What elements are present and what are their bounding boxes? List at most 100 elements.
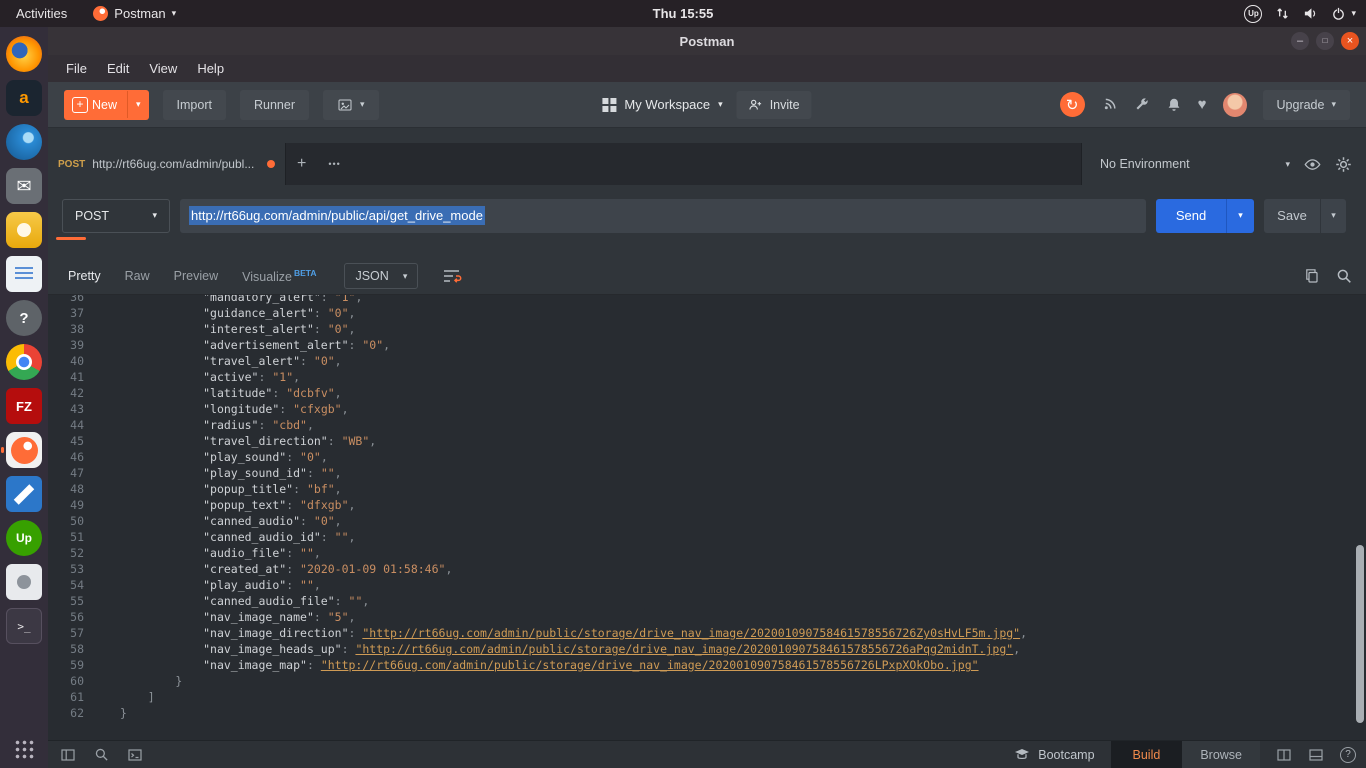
menubar: File Edit View Help bbox=[48, 55, 1366, 82]
line-number: 43 bbox=[48, 401, 96, 417]
upgrade-button[interactable]: Upgrade ▾ bbox=[1263, 90, 1350, 120]
maximize-button[interactable]: □ bbox=[1316, 32, 1334, 50]
code-line: 45 "travel_direction": "WB", bbox=[48, 433, 1366, 449]
terminal-dock-icon[interactable]: >_ bbox=[6, 608, 42, 644]
vscode-dock-icon[interactable] bbox=[6, 476, 42, 512]
request-tabstrip: POST http://rt66ug.com/admin/publ... + •… bbox=[48, 143, 1366, 185]
runner-button[interactable]: Runner bbox=[240, 90, 309, 120]
network-icon[interactable] bbox=[1275, 6, 1290, 21]
bootcamp-button[interactable]: Bootcamp bbox=[1014, 748, 1094, 762]
writer-dock-icon[interactable] bbox=[6, 256, 42, 292]
tab-visualize[interactable]: VisualizeBETA bbox=[242, 268, 316, 284]
line-content: "popup_title": "bf", bbox=[96, 481, 342, 497]
find-icon[interactable] bbox=[94, 747, 109, 762]
tab-options-button[interactable]: ••• bbox=[317, 143, 351, 185]
postman-appmenu-icon bbox=[93, 6, 108, 21]
send-button[interactable]: Send bbox=[1156, 199, 1226, 233]
invite-button[interactable]: Invite bbox=[737, 91, 812, 119]
line-content: "advertisement_alert": "0", bbox=[96, 337, 390, 353]
sidebar-toggle-icon[interactable] bbox=[60, 747, 76, 763]
help-dock-icon[interactable]: ? bbox=[6, 300, 42, 336]
browse-tab[interactable]: Browse bbox=[1182, 741, 1260, 768]
line-content: "canned_audio": "0", bbox=[96, 513, 342, 529]
new-dropdown-button[interactable]: ▾ bbox=[127, 91, 149, 118]
import-button[interactable]: Import bbox=[163, 90, 226, 120]
chrome-dock-icon[interactable] bbox=[6, 344, 42, 380]
main-toolbar: + New ▾ Import Runner ▾ My Workspace bbox=[48, 82, 1366, 128]
line-content: "audio_file": "", bbox=[96, 545, 321, 561]
avatar[interactable] bbox=[1223, 93, 1247, 117]
clock[interactable]: Thu 15:55 bbox=[653, 6, 714, 21]
open-new-button[interactable]: ▾ bbox=[323, 90, 379, 120]
media-dock-icon[interactable] bbox=[6, 212, 42, 248]
tab-raw[interactable]: Raw bbox=[125, 269, 150, 283]
ubuntu-dock: a ✉? FZ Up >_ bbox=[0, 27, 48, 768]
upwork-tray-icon[interactable]: Up bbox=[1244, 5, 1262, 23]
thunderbird-dock-icon[interactable] bbox=[6, 124, 42, 160]
build-tab[interactable]: Build bbox=[1111, 741, 1183, 768]
copy-icon[interactable] bbox=[1304, 268, 1320, 284]
code-line: 58 "nav_image_heads_up": "http://rt66ug.… bbox=[48, 641, 1366, 657]
interceptor-icon[interactable] bbox=[1134, 97, 1150, 113]
close-button[interactable]: × bbox=[1341, 32, 1359, 50]
line-number: 62 bbox=[48, 705, 96, 721]
tab-pretty[interactable]: Pretty bbox=[68, 269, 101, 283]
new-button[interactable]: + New ▾ bbox=[64, 90, 149, 120]
amazon-dock-icon[interactable]: a bbox=[6, 80, 42, 116]
menu-file[interactable]: File bbox=[56, 58, 97, 79]
workspace-switcher[interactable]: My Workspace ▾ bbox=[602, 97, 722, 112]
sync-status-icon[interactable]: ↻ bbox=[1060, 92, 1085, 117]
line-number: 61 bbox=[48, 689, 96, 705]
request-bar: POST ▾ http://rt66ug.com/admin/public/ap… bbox=[48, 185, 1366, 240]
workspace-label: My Workspace bbox=[624, 97, 710, 112]
send-options-button[interactable]: ▾ bbox=[1226, 199, 1254, 233]
toolbar-gap bbox=[48, 128, 1366, 143]
app-menu-label: Postman bbox=[114, 6, 165, 21]
heart-icon[interactable]: ♥ bbox=[1198, 96, 1207, 113]
app-menu-button[interactable]: Postman ▾ bbox=[87, 6, 182, 21]
line-number: 52 bbox=[48, 545, 96, 561]
line-number: 45 bbox=[48, 433, 96, 449]
environment-preview-eye-icon[interactable] bbox=[1304, 156, 1321, 173]
wrap-lines-icon[interactable] bbox=[442, 267, 462, 285]
tab-preview[interactable]: Preview bbox=[174, 269, 218, 283]
notifications-bell-icon[interactable] bbox=[1166, 97, 1182, 113]
vertical-scrollbar[interactable] bbox=[1355, 295, 1364, 740]
format-dropdown[interactable]: JSON ▾ bbox=[344, 263, 418, 289]
line-content: "active": "1", bbox=[96, 369, 300, 385]
firefox-dock-icon[interactable] bbox=[6, 36, 42, 72]
capture-requests-icon[interactable] bbox=[1101, 96, 1118, 113]
help-icon[interactable]: ? bbox=[1340, 747, 1356, 763]
code-line: 42 "latitude": "dcbfv", bbox=[48, 385, 1366, 401]
scrollbar-thumb[interactable] bbox=[1356, 545, 1364, 723]
environment-selector[interactable]: No Environment ▾ bbox=[1100, 157, 1290, 171]
statusbar: Bootcamp Build Browse ? bbox=[48, 740, 1366, 768]
menu-edit[interactable]: Edit bbox=[97, 58, 139, 79]
volume-icon[interactable] bbox=[1303, 6, 1318, 21]
line-number: 50 bbox=[48, 513, 96, 529]
minimize-button[interactable]: – bbox=[1291, 32, 1309, 50]
menu-view[interactable]: View bbox=[139, 58, 187, 79]
settings-gear-icon[interactable] bbox=[1335, 156, 1352, 173]
activities-button[interactable]: Activities bbox=[10, 6, 73, 21]
save-button[interactable]: Save bbox=[1264, 199, 1320, 233]
two-pane-icon[interactable] bbox=[1276, 747, 1292, 763]
mail-dock-icon[interactable]: ✉ bbox=[6, 168, 42, 204]
new-tab-button[interactable]: + bbox=[286, 143, 317, 185]
search-icon[interactable] bbox=[1336, 268, 1352, 284]
line-content: "travel_direction": "WB", bbox=[96, 433, 376, 449]
remmina-dock-icon[interactable] bbox=[6, 564, 42, 600]
save-options-button[interactable]: ▾ bbox=[1320, 199, 1346, 233]
show-applications-button[interactable] bbox=[14, 739, 34, 759]
power-icon[interactable] bbox=[1331, 6, 1346, 21]
panel-bottom-icon[interactable] bbox=[1308, 747, 1324, 763]
method-dropdown[interactable]: POST ▾ bbox=[62, 199, 170, 233]
console-icon[interactable] bbox=[127, 747, 143, 763]
code-line: 53 "created_at": "2020-01-09 01:58:46", bbox=[48, 561, 1366, 577]
upwork-dock-icon[interactable]: Up bbox=[6, 520, 42, 556]
filezilla-dock-icon[interactable]: FZ bbox=[6, 388, 42, 424]
url-input[interactable]: http://rt66ug.com/admin/public/api/get_d… bbox=[180, 199, 1146, 233]
menu-help[interactable]: Help bbox=[187, 58, 234, 79]
postman-dock-icon[interactable] bbox=[6, 432, 42, 468]
request-tab[interactable]: POST http://rt66ug.com/admin/publ... bbox=[48, 143, 286, 185]
